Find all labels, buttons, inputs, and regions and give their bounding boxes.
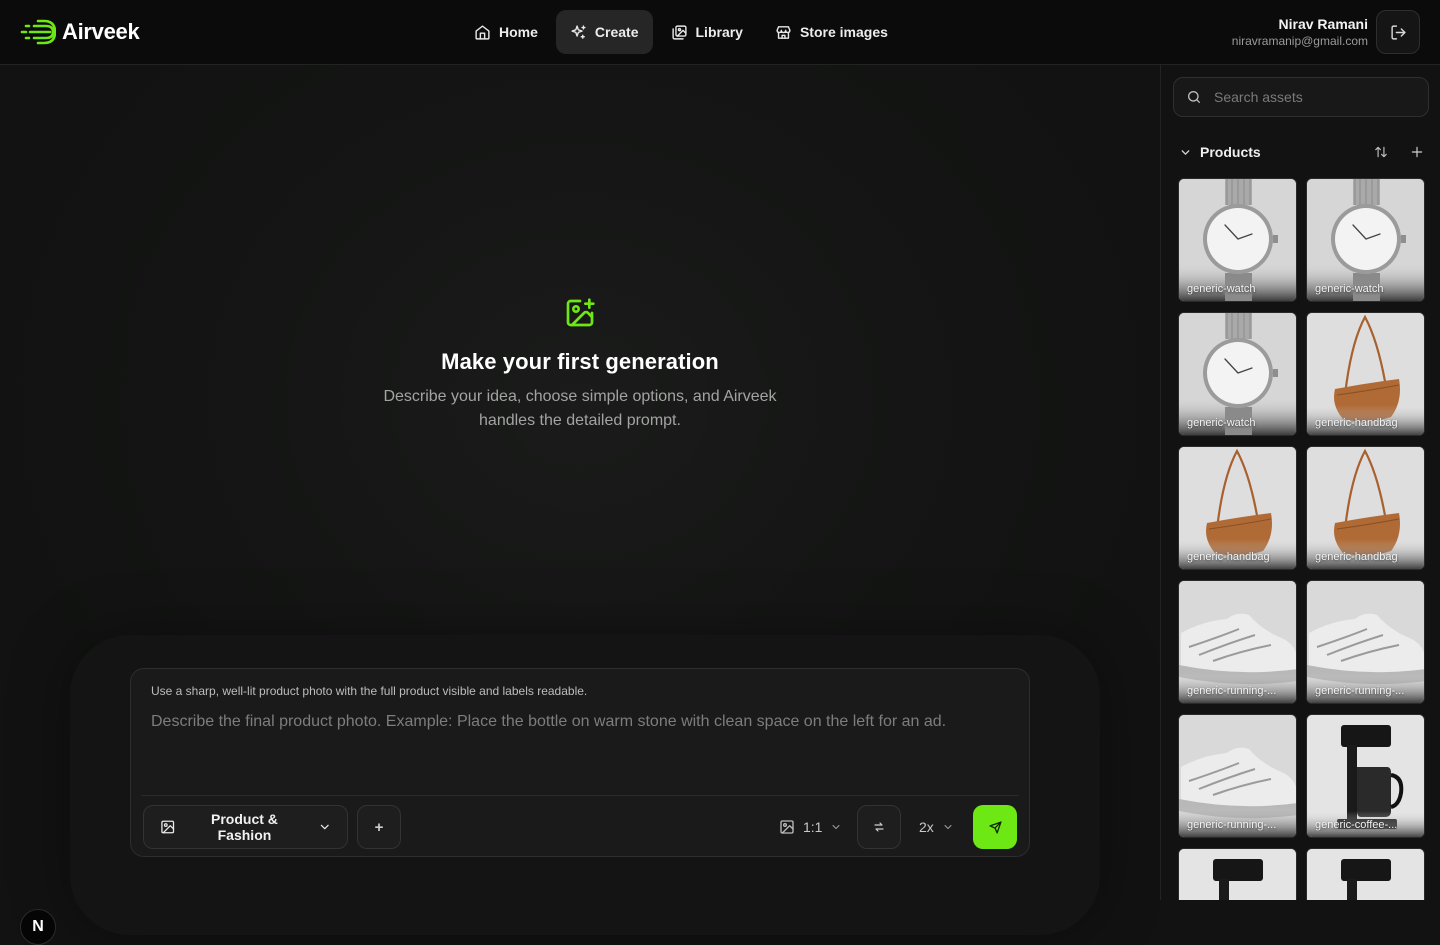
aspect-ratio-icon xyxy=(780,820,794,834)
logout-button[interactable] xyxy=(1376,10,1420,54)
search-icon xyxy=(1188,91,1200,103)
mode-select-label: Product & Fashion xyxy=(211,811,278,843)
image-icon xyxy=(161,820,175,834)
plus-icon xyxy=(1411,146,1423,158)
dev-badge[interactable]: N xyxy=(20,909,56,945)
asset-card-label: generic-watch xyxy=(1315,283,1384,295)
products-section-toggle[interactable]: Products xyxy=(1173,144,1261,160)
asset-search xyxy=(1173,77,1429,117)
asset-card[interactable] xyxy=(1178,848,1297,900)
asset-card-label: generic-running-... xyxy=(1315,685,1405,697)
sort-button[interactable] xyxy=(1369,140,1393,164)
generate-button[interactable] xyxy=(973,805,1017,849)
empty-state: Make your first generation Describe your… xyxy=(330,297,830,433)
asset-card-label: generic-handbag xyxy=(1187,551,1270,563)
aspect-ratio-value: 1:1 xyxy=(803,819,823,835)
swap-options-button[interactable] xyxy=(857,805,901,849)
swap-icon xyxy=(874,822,884,832)
brand-logo[interactable]: Airveek xyxy=(20,18,140,46)
asset-card-label: generic-running-... xyxy=(1187,819,1277,831)
image-plus-icon xyxy=(566,298,595,327)
chevron-down-icon xyxy=(1181,149,1190,155)
user-info: Nirav Ramani niravramanip@gmail.com xyxy=(1232,15,1368,50)
nav-create-label: Create xyxy=(594,24,639,40)
asset-card-label: generic-watch xyxy=(1187,283,1256,295)
user-email: niravramanip@gmail.com xyxy=(1231,34,1368,48)
composer-divider xyxy=(141,795,1019,796)
sparkles-icon xyxy=(571,24,586,39)
products-section-title: Products xyxy=(1200,144,1261,160)
coffee-maker-thumbnail-icon xyxy=(1307,849,1424,900)
images-icon xyxy=(671,24,687,40)
home-icon xyxy=(475,24,490,40)
asset-grid: generic-watch generic-watch generic-watch g… xyxy=(1178,178,1428,900)
asset-card[interactable] xyxy=(1306,848,1425,900)
main-nav: Home Create Library Store images xyxy=(460,10,902,54)
asset-card[interactable]: generic-watch xyxy=(1306,178,1425,302)
prompt-input[interactable] xyxy=(151,711,1011,791)
asset-card[interactable]: generic-running-... xyxy=(1178,580,1297,704)
nav-store-images[interactable]: Store images xyxy=(761,10,902,54)
asset-card[interactable]: generic-running-... xyxy=(1306,580,1425,704)
prompt-composer: Use a sharp, well-lit product photo with… xyxy=(130,668,1030,857)
composer-hint: Use a sharp, well-lit product photo with… xyxy=(151,684,588,698)
nav-library[interactable]: Library xyxy=(657,10,757,54)
brand-name: Airveek xyxy=(62,19,140,44)
products-section-header: Products xyxy=(1173,137,1429,167)
chevron-down-icon xyxy=(944,824,952,830)
logout-icon xyxy=(1390,24,1406,40)
asset-card[interactable]: generic-handbag xyxy=(1306,446,1425,570)
asset-card-label: generic-handbag xyxy=(1315,417,1398,429)
assets-sidebar: Products generic-watchgeneric-watchgener… xyxy=(1160,65,1440,900)
asset-card[interactable]: generic-watch xyxy=(1178,312,1297,436)
sort-icon xyxy=(1375,146,1387,158)
plus-icon: + xyxy=(374,818,384,836)
aspect-ratio-select[interactable]: 1:1 xyxy=(771,805,850,849)
chevron-down-icon xyxy=(832,824,841,830)
asset-card[interactable]: generic-coffee-... xyxy=(1306,714,1425,838)
chevron-down-icon xyxy=(320,824,329,830)
section-actions xyxy=(1369,140,1429,164)
asset-card-label: generic-running-... xyxy=(1187,685,1277,697)
user-name: Nirav Ramani xyxy=(1278,16,1368,32)
asset-card[interactable]: generic-handbag xyxy=(1306,312,1425,436)
add-reference-button[interactable]: + xyxy=(357,805,401,849)
nav-library-label: Library xyxy=(695,24,743,40)
asset-card[interactable]: generic-running-... xyxy=(1178,714,1297,838)
output-count-select[interactable]: 2x xyxy=(911,805,962,849)
nav-store-images-label: Store images xyxy=(799,24,888,40)
top-bar: Airveek Home Create Library Store images… xyxy=(0,0,1440,65)
nav-create[interactable]: Create xyxy=(555,10,653,54)
empty-state-description: Describe your idea, choose simple option… xyxy=(383,388,777,429)
airveek-logo-icon xyxy=(20,19,56,45)
nav-home-label: Home xyxy=(499,24,538,40)
mode-select[interactable]: Product & Fashion xyxy=(143,805,348,849)
asset-card-label: generic-handbag xyxy=(1315,551,1398,563)
send-icon xyxy=(988,820,1002,834)
create-canvas: Make your first generation Describe your… xyxy=(0,65,1160,945)
asset-card[interactable]: generic-watch xyxy=(1178,178,1297,302)
asset-search-input[interactable] xyxy=(1214,89,1416,105)
add-asset-button[interactable] xyxy=(1405,140,1429,164)
asset-card[interactable]: generic-handbag xyxy=(1178,446,1297,570)
empty-state-title: Make your first generation xyxy=(441,349,719,374)
store-icon xyxy=(776,25,791,39)
asset-card-label: generic-coffee-... xyxy=(1315,819,1398,831)
asset-card-label: generic-watch xyxy=(1187,417,1256,429)
nav-home[interactable]: Home xyxy=(460,10,552,54)
coffee-maker-thumbnail-icon xyxy=(1179,849,1296,900)
output-count-value: 2x xyxy=(919,819,934,835)
